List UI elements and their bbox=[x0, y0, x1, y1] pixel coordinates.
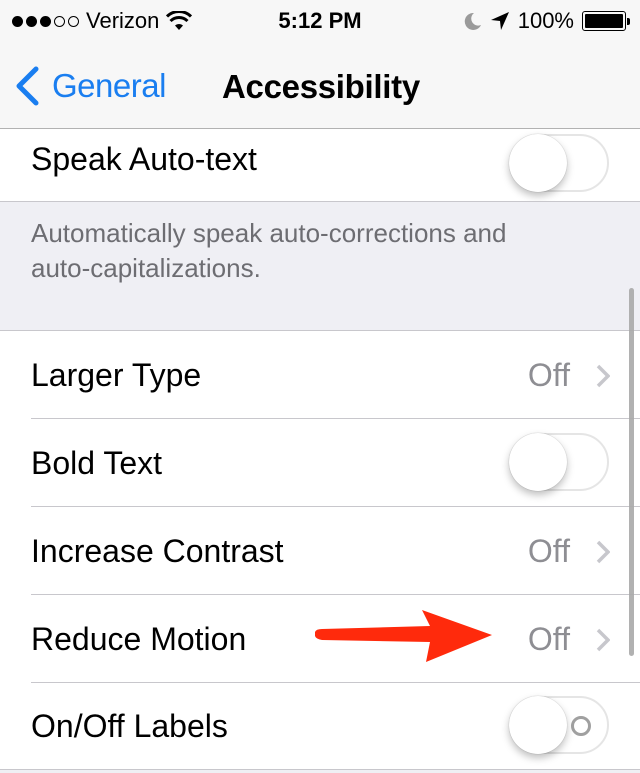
chevron-right-icon bbox=[596, 364, 610, 388]
row-label: Reduce Motion bbox=[31, 621, 247, 657]
row-label: Increase Contrast bbox=[31, 533, 284, 569]
chevron-right-icon bbox=[596, 628, 610, 652]
location-arrow-icon bbox=[490, 12, 509, 30]
battery-icon bbox=[582, 11, 630, 31]
toggle-knob[interactable] bbox=[509, 134, 567, 192]
toggle-knob[interactable] bbox=[509, 696, 567, 754]
battery-fill bbox=[585, 14, 623, 28]
row-larger-type[interactable]: Larger Type Off bbox=[0, 331, 640, 419]
group-bottom-separator bbox=[0, 769, 640, 770]
moon-icon bbox=[464, 12, 481, 30]
row-label: On/Off Labels bbox=[31, 708, 228, 744]
row-label: Larger Type bbox=[31, 357, 202, 393]
page-title: Accessibility bbox=[222, 68, 420, 105]
footer-description: Automatically speak auto-corrections and… bbox=[31, 218, 507, 283]
scroll-indicator[interactable] bbox=[629, 288, 634, 656]
chevron-left-icon bbox=[16, 66, 39, 106]
speak-auto-text-toggle[interactable] bbox=[509, 134, 609, 192]
row-value: Off bbox=[527, 357, 570, 393]
row-value: Off bbox=[527, 621, 570, 657]
battery-nub bbox=[627, 17, 630, 25]
status-right: 100% bbox=[462, 8, 630, 34]
battery-body bbox=[582, 11, 626, 31]
battery-percent: 100% bbox=[517, 8, 574, 33]
status-bar: Verizon 5:12 PM 100% bbox=[0, 0, 640, 42]
on-off-labels-toggle[interactable] bbox=[509, 696, 609, 754]
chevron-right-icon bbox=[596, 540, 610, 564]
toggle-knob[interactable] bbox=[509, 433, 567, 491]
bold-text-toggle[interactable] bbox=[509, 433, 609, 491]
row-speak-auto-text: Speak Auto-text bbox=[0, 129, 640, 201]
row-on-off-labels: On/Off Labels bbox=[0, 683, 640, 769]
row-label: Bold Text bbox=[31, 445, 163, 481]
navigation-bar: General Accessibility bbox=[0, 42, 640, 129]
speak-auto-text-footer: Automatically speak auto-corrections and… bbox=[0, 201, 640, 331]
row-reduce-motion[interactable]: Reduce Motion Off bbox=[0, 595, 640, 683]
row-value: Off bbox=[527, 533, 570, 569]
off-label-ring-icon bbox=[571, 716, 591, 736]
back-button[interactable]: General bbox=[14, 66, 166, 106]
row-label: Speak Auto-text bbox=[31, 141, 257, 177]
row-increase-contrast[interactable]: Increase Contrast Off bbox=[0, 507, 640, 595]
row-bold-text: Bold Text bbox=[0, 419, 640, 507]
back-button-label: General bbox=[52, 67, 166, 104]
